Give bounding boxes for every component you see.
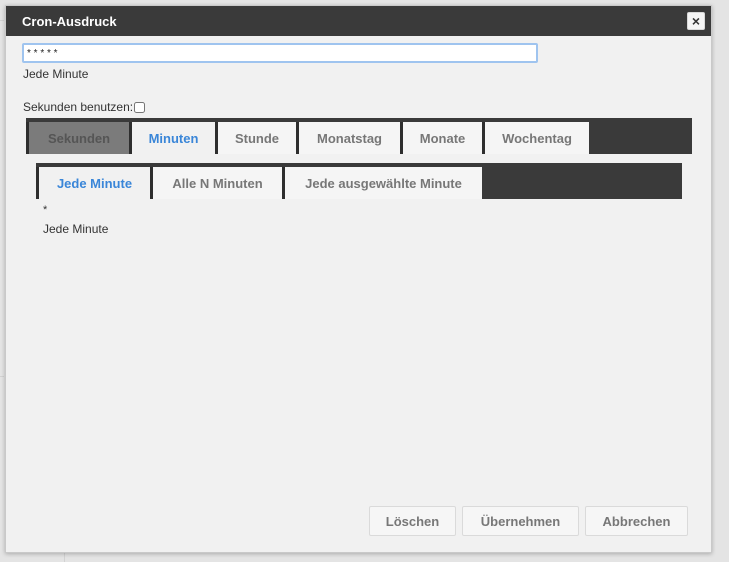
- tab-label: Sekunden: [47, 130, 111, 146]
- close-button[interactable]: ×: [687, 12, 705, 30]
- cron-expression-input[interactable]: [22, 43, 538, 63]
- tab-label: Stunde: [234, 130, 280, 146]
- tab-weekday[interactable]: Wochentag: [482, 122, 589, 154]
- background-divider: [0, 20, 4, 21]
- panel-expression-value: *: [43, 204, 48, 216]
- tab-months[interactable]: Monate: [400, 122, 482, 154]
- tab-label: Monate: [419, 130, 466, 146]
- tab-every-minute[interactable]: Jede Minute: [36, 167, 150, 199]
- tab-seconds: Sekunden: [26, 122, 129, 154]
- minutes-tab-bar: Jede Minute Alle N Minuten Jede ausgewäh…: [36, 163, 682, 199]
- use-seconds-option: Sekunden benutzen:: [23, 100, 146, 114]
- tab-label: Alle N Minuten: [172, 175, 263, 191]
- apply-button[interactable]: Übernehmen: [462, 506, 579, 536]
- background-divider: [64, 552, 65, 562]
- close-icon: ×: [691, 13, 701, 29]
- panel-description: Jede Minute: [43, 222, 109, 236]
- tab-each-selected-minute[interactable]: Jede ausgewählte Minute: [282, 167, 482, 199]
- dialog-title: Cron-Ausdruck: [22, 14, 117, 29]
- use-seconds-label: Sekunden benutzen:: [23, 100, 134, 114]
- cancel-button[interactable]: Abbrechen: [585, 506, 688, 536]
- cron-description: Jede Minute: [23, 67, 89, 81]
- tab-every-n-minutes[interactable]: Alle N Minuten: [150, 167, 282, 199]
- main-tab-bar: Sekunden Minuten Stunde Monatstag Monate…: [26, 118, 692, 154]
- tab-label: Minuten: [148, 130, 199, 146]
- tab-hour[interactable]: Stunde: [215, 122, 296, 154]
- cron-dialog: Cron-Ausdruck × Jede Minute Sekunden ben…: [5, 5, 712, 553]
- tab-label: Wochentag: [502, 130, 572, 146]
- clear-button[interactable]: Löschen: [369, 506, 456, 536]
- tab-day-of-month[interactable]: Monatstag: [296, 122, 400, 154]
- background-divider: [0, 376, 4, 377]
- tab-label: Jede Minute: [56, 175, 133, 191]
- tab-label: Jede ausgewählte Minute: [305, 175, 462, 191]
- tab-minutes[interactable]: Minuten: [129, 122, 215, 154]
- use-seconds-checkbox[interactable]: [134, 101, 146, 113]
- dialog-titlebar: Cron-Ausdruck ×: [6, 6, 711, 36]
- tab-label: Monatstag: [317, 130, 382, 146]
